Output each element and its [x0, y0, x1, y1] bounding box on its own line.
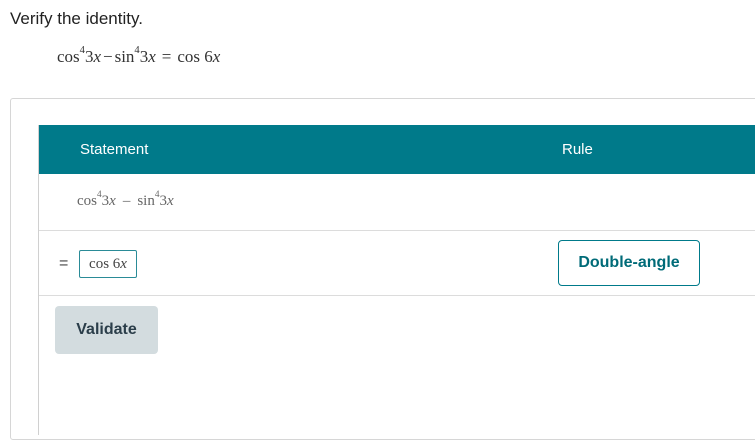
- identity-equation: cos43x − sin43x = cos 6x: [57, 45, 221, 67]
- cos-fn: cos: [57, 47, 80, 66]
- arg-var: x: [93, 47, 101, 66]
- validate-button[interactable]: Validate: [55, 306, 158, 354]
- arg-num: 6: [204, 47, 213, 66]
- arg-num: 3: [159, 193, 168, 209]
- arg-var: x: [120, 255, 127, 272]
- equals-sign: =: [161, 47, 172, 66]
- cos-fn: cos: [177, 47, 200, 66]
- arg-var: x: [148, 47, 156, 66]
- rule-select-button[interactable]: Double-angle: [558, 240, 700, 286]
- minus-sign: −: [102, 47, 113, 66]
- proof-table: Statement Rule cos43x – sin43x = cos 6x Do…: [38, 125, 755, 435]
- power: 4: [79, 45, 85, 57]
- statement-header: Statement: [80, 141, 149, 158]
- cos-fn: cos: [77, 193, 97, 209]
- sin-fn: sin: [114, 47, 135, 66]
- power: 4: [97, 190, 102, 201]
- cos-fn: cos: [89, 255, 110, 272]
- power: 4: [134, 45, 140, 57]
- answer-input[interactable]: cos 6x: [79, 250, 137, 278]
- statement-expression: cos43x – sin43x: [77, 190, 174, 210]
- table-header: Statement Rule: [39, 125, 755, 174]
- arg-num: 3: [139, 47, 149, 66]
- equals-sign: =: [59, 255, 69, 272]
- sin-fn: sin: [137, 193, 155, 209]
- arg-var: x: [167, 193, 174, 209]
- instruction-text: Verify the identity.: [10, 9, 143, 28]
- arg-var: x: [109, 193, 116, 209]
- arg-var: x: [212, 47, 221, 66]
- rule-header: Rule: [562, 141, 593, 158]
- table-row: = cos 6x Double-angle: [39, 231, 755, 296]
- minus-sign: –: [122, 193, 131, 209]
- power: 4: [154, 190, 160, 201]
- table-row: cos43x – sin43x: [39, 174, 755, 231]
